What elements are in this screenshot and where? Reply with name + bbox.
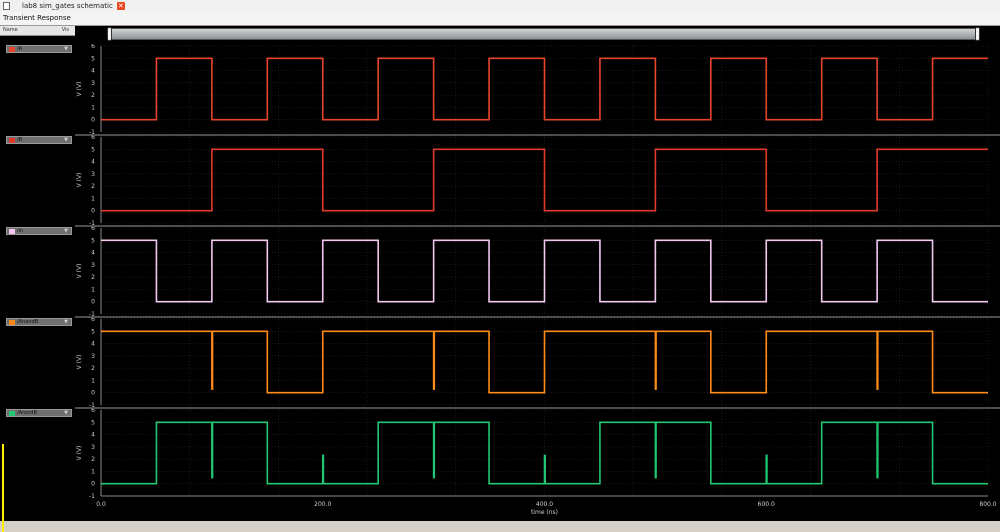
window-titlebar: Transient Response xyxy=(0,12,1000,26)
y-tick-label: 3 xyxy=(91,80,95,87)
y-tick-label: 0 xyxy=(91,481,95,488)
y-tick-label: 2 xyxy=(91,365,95,372)
x-tick-label: 0.0 xyxy=(96,501,106,508)
y-tick-label: 0 xyxy=(91,299,95,306)
y-tick-label: 5 xyxy=(91,328,95,335)
window-title: Transient Response xyxy=(3,14,71,22)
y-tick-label: 2 xyxy=(91,274,95,281)
y-tick-label: 3 xyxy=(91,444,95,451)
y-tick-label: 2 xyxy=(91,456,95,463)
y-axis-label: V (V) xyxy=(76,446,83,461)
y-tick-label: 0 xyxy=(91,208,95,215)
y-tick-label: 4 xyxy=(91,68,95,75)
signal-label-anordb[interactable]: /AnordB ▼ xyxy=(6,409,72,417)
vis-column-header: Vis xyxy=(61,27,69,33)
chevron-down-icon[interactable]: ▼ xyxy=(64,137,68,143)
y-tick-label: 0 xyxy=(91,390,95,397)
x-tick-label: 800.0 xyxy=(979,501,996,508)
y-tick-label: 4 xyxy=(91,250,95,257)
y-tick-label: 5 xyxy=(91,237,95,244)
signal-label-a[interactable]: /A ▼ xyxy=(6,45,72,53)
y-axis-label: V (V) xyxy=(76,355,83,370)
selection-marker xyxy=(2,444,4,532)
y-tick-label: 3 xyxy=(91,262,95,269)
tab-title[interactable]: lab8 sim_gates schematic xyxy=(22,2,113,10)
signal-name: /B xyxy=(17,137,23,143)
y-tick-label: 0 xyxy=(91,117,95,124)
y-tick-label: -1 xyxy=(89,493,95,500)
x-axis-label: time (ns) xyxy=(531,509,558,516)
signal-list-header: Name Vis xyxy=(0,26,75,36)
chevron-down-icon[interactable]: ▼ xyxy=(64,228,68,234)
signal-name: /in xyxy=(17,228,24,234)
close-tab-icon[interactable]: ✕ xyxy=(116,2,125,10)
x-tick-label: 200.0 xyxy=(314,501,331,508)
signal-list-panel xyxy=(0,36,75,532)
y-tick-label: 1 xyxy=(91,468,95,475)
y-tick-label: 5 xyxy=(91,419,95,426)
y-tick-label: 4 xyxy=(91,432,95,439)
signal-color-swatch xyxy=(9,138,15,143)
y-tick-label: 3 xyxy=(91,171,95,178)
signal-label-anandb[interactable]: /AnandB ▼ xyxy=(6,318,72,326)
zoom-handle-left[interactable] xyxy=(107,27,112,41)
y-tick-label: 1 xyxy=(91,195,95,202)
zoom-scrollbar[interactable] xyxy=(108,28,980,40)
document-icon xyxy=(3,2,10,10)
y-tick-label: 4 xyxy=(91,159,95,166)
y-tick-label: 1 xyxy=(91,377,95,384)
signal-color-swatch xyxy=(9,411,15,416)
signal-color-swatch xyxy=(9,320,15,325)
waveform-plot[interactable]: -10123456V (V)-10123456V (V)-10123456V (… xyxy=(75,44,1000,521)
y-tick-label: 4 xyxy=(91,341,95,348)
signal-label-in[interactable]: /in ▼ xyxy=(6,227,72,235)
signal-label-b[interactable]: /B ▼ xyxy=(6,136,72,144)
y-axis-label: V (V) xyxy=(76,264,83,279)
y-tick-label: 5 xyxy=(91,146,95,153)
chevron-down-icon[interactable]: ▼ xyxy=(64,319,68,325)
signal-color-swatch xyxy=(9,47,15,52)
chevron-down-icon[interactable]: ▼ xyxy=(64,46,68,52)
name-column-header: Name xyxy=(3,27,18,33)
signal-name: /AnordB xyxy=(17,410,37,416)
y-tick-label: 5 xyxy=(91,55,95,62)
signal-name: /AnandB xyxy=(17,319,39,325)
chevron-down-icon[interactable]: ▼ xyxy=(64,410,68,416)
zoom-handle-right[interactable] xyxy=(975,27,980,41)
y-tick-label: 1 xyxy=(91,104,95,111)
signal-color-swatch xyxy=(9,229,15,234)
y-tick-label: 1 xyxy=(91,286,95,293)
y-axis-label: V (V) xyxy=(76,82,83,97)
y-tick-label: 6 xyxy=(91,44,95,50)
y-tick-label: 2 xyxy=(91,92,95,99)
signal-name: /A xyxy=(17,46,23,52)
y-tick-label: 2 xyxy=(91,183,95,190)
x-tick-label: 600.0 xyxy=(758,501,775,508)
y-tick-label: 3 xyxy=(91,353,95,360)
y-axis-label: V (V) xyxy=(76,173,83,188)
x-tick-label: 400.0 xyxy=(536,501,553,508)
